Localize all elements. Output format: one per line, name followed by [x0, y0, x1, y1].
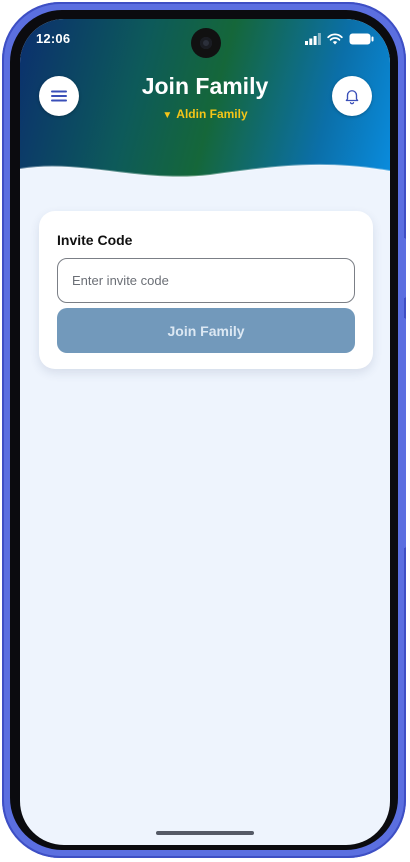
- bell-icon: [345, 90, 359, 105]
- battery-icon: [349, 33, 374, 45]
- status-time: 12:06: [36, 31, 71, 46]
- signal-icon: [305, 33, 321, 45]
- invite-code-label: Invite Code: [57, 232, 133, 248]
- side-button-lower: [401, 318, 406, 548]
- invite-code-input[interactable]: [57, 258, 355, 303]
- status-icons: [305, 32, 374, 46]
- invite-card: Invite Code Join Family: [39, 211, 373, 369]
- app-screen: 12:06 Join Family ▼ Aldin Family Invite …: [20, 19, 390, 845]
- front-camera: [191, 28, 221, 58]
- join-family-button[interactable]: Join Family: [57, 308, 355, 353]
- family-selector[interactable]: ▼ Aldin Family: [20, 107, 390, 121]
- header-wave: [20, 163, 390, 211]
- family-selector-label: Aldin Family: [176, 107, 248, 121]
- wifi-icon: [327, 33, 343, 45]
- caret-down-icon: ▼: [162, 110, 173, 121]
- notifications-button[interactable]: [332, 76, 372, 116]
- side-button-upper: [401, 238, 406, 298]
- home-indicator[interactable]: [156, 831, 254, 835]
